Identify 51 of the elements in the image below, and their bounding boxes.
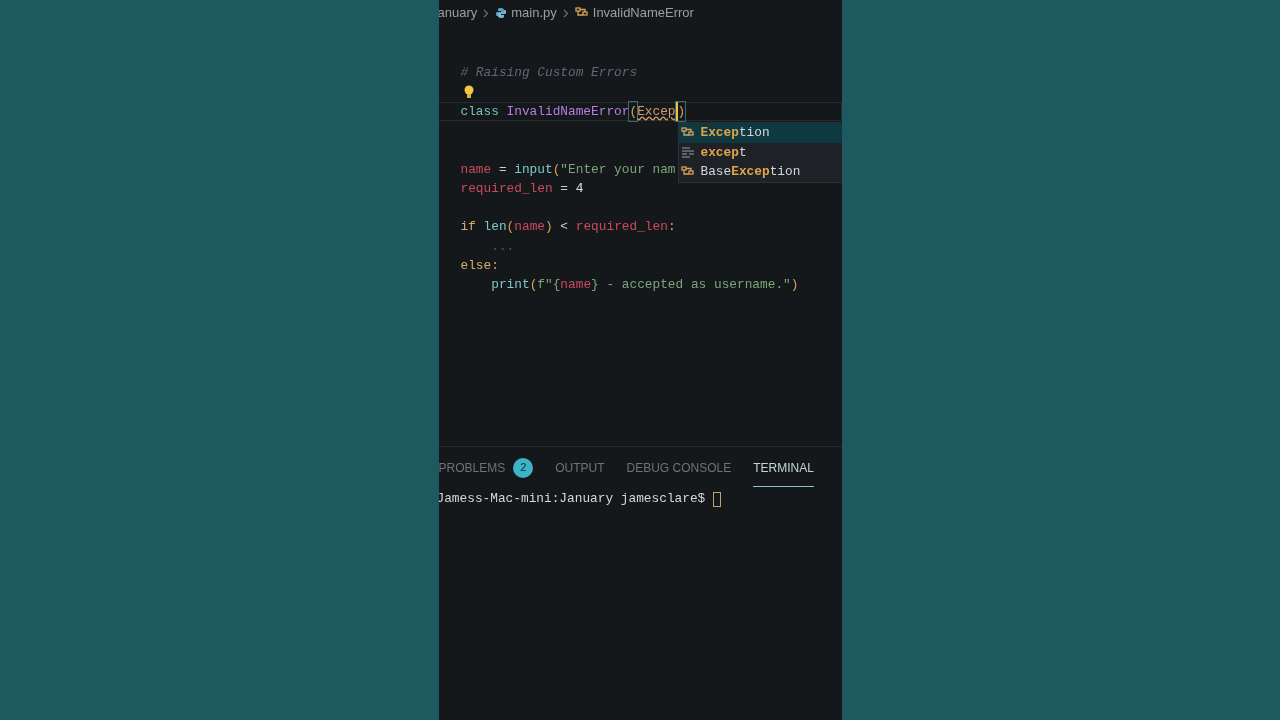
code-token: if <box>460 218 477 237</box>
panel-tab[interactable]: TERMINAL <box>753 447 814 487</box>
code-token: ) <box>790 276 799 295</box>
code-token: ( <box>529 276 538 295</box>
code-token: name <box>514 218 545 237</box>
code-token: name <box>460 160 492 179</box>
code-token: ( <box>506 218 515 237</box>
class-icon <box>680 126 695 139</box>
code-token: < <box>559 218 570 237</box>
chevron-icon <box>483 8 490 18</box>
code-token: else <box>460 257 492 275</box>
code-token: : <box>667 218 676 237</box>
code-token: = <box>497 160 508 179</box>
code-token: required_len <box>460 179 553 198</box>
breadcrumb-item[interactable]: InvalidNameError <box>592 3 694 23</box>
code-token: ( <box>629 101 638 121</box>
code-token: 4 <box>575 179 584 198</box>
code-token: ) <box>545 218 553 237</box>
panel-tab[interactable]: OUTPUT <box>555 447 605 487</box>
code-token: # Raising Custom Errors <box>460 64 638 83</box>
lightbulb-icon[interactable] <box>463 84 474 99</box>
code-token: f"{ <box>537 276 561 295</box>
class-icon <box>680 165 695 178</box>
class-icon <box>574 7 589 19</box>
code-token: "Enter your nam <box>560 160 676 179</box>
count-badge: 2 <box>513 457 534 478</box>
code-token: } - accepted as username." <box>591 276 791 295</box>
keyword-icon <box>680 146 695 159</box>
breadcrumb-item[interactable]: main.py <box>511 3 557 23</box>
suggestion-item[interactable]: except <box>678 142 842 162</box>
code-token: len <box>483 218 507 237</box>
code-token: name <box>560 276 592 295</box>
code-token: : <box>491 257 499 275</box>
panel-tab[interactable]: PROBLEMS 2 <box>438 447 534 487</box>
code-token: class <box>460 102 500 121</box>
code-token: ) <box>675 101 686 121</box>
code-token: = <box>559 179 569 198</box>
chevron-icon <box>562 8 569 18</box>
terminal-cursor <box>713 491 722 507</box>
suggestion-item[interactable]: Exception <box>678 123 842 143</box>
code-token: InvalidNameError <box>506 102 630 121</box>
breadcrumb-item[interactable]: anuary <box>438 3 478 23</box>
code-token: ... <box>490 237 515 256</box>
code-token: Excep <box>637 102 676 121</box>
panel-tab[interactable]: DEBUG CONSOLE <box>626 447 732 487</box>
code-token: required_len <box>575 218 668 237</box>
code-token: input <box>514 160 553 179</box>
code-token: print <box>490 276 530 295</box>
code-token: ( <box>552 160 561 179</box>
python-icon <box>495 7 508 19</box>
suggestion-item[interactable]: BaseException <box>678 162 842 182</box>
